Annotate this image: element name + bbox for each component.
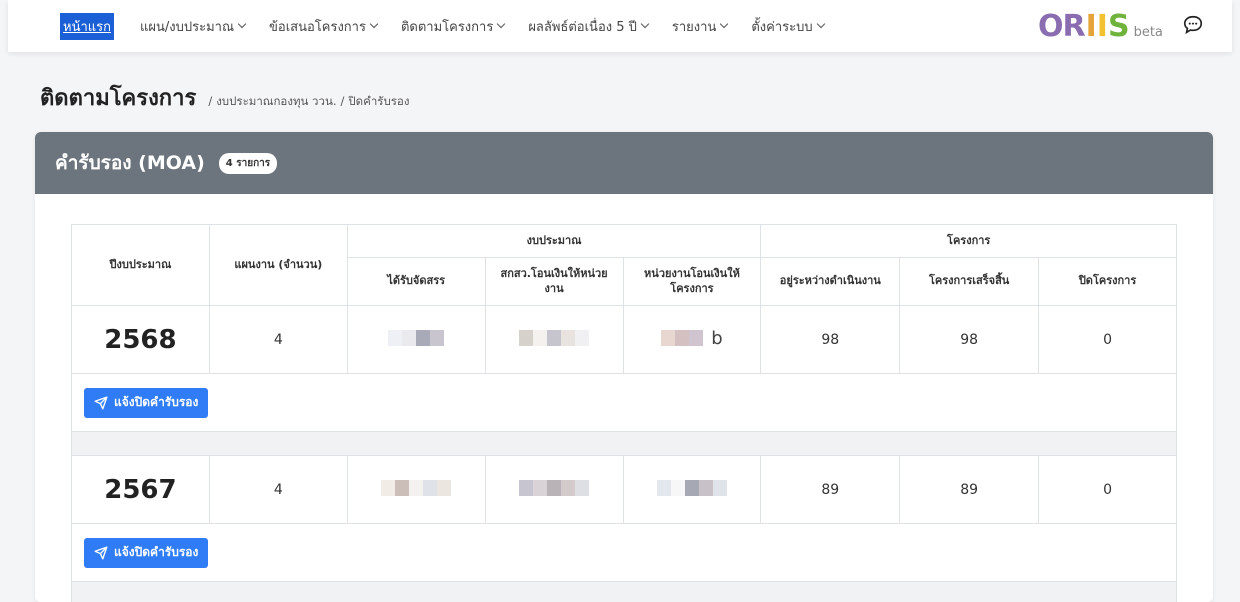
breadcrumb-separator: / [340, 94, 344, 108]
row-plans: 4 [209, 306, 347, 374]
allocated-amount-blurred [347, 456, 485, 524]
transfer-unit-blurred [485, 306, 623, 374]
redacted-value [381, 479, 451, 497]
nav-item-label: ตั้งค่าระบบ [751, 16, 812, 37]
header-completed: โครงการเสร็จสิ้น [900, 258, 1039, 306]
chevron-down-icon [720, 20, 728, 28]
brand-logo-letter: I [1097, 9, 1108, 44]
page-title: ติดตามโครงการ [40, 80, 196, 115]
redacted-value [519, 329, 589, 347]
breadcrumb-item-budget[interactable]: งบประมาณกองทุน ววน. [216, 94, 336, 108]
header-transfer-project: หน่วยงานโอนเงินให้โครงการ [623, 258, 761, 306]
page-header: ติดตามโครงการ / งบประมาณกองทุน ววน. / ปิดคำ… [40, 80, 409, 115]
notify-close-moa-button[interactable]: แจ้งปิดคำรับรอง [84, 538, 208, 568]
nav-item-label: แผน/งบประมาณ [140, 16, 234, 37]
table-row: 2568 4 b 98 98 0 [72, 306, 1177, 374]
transfer-project-blurred: b [623, 306, 761, 374]
nav-item-label: รายงาน [672, 16, 716, 37]
button-label: แจ้งปิดคำรับรอง [114, 393, 198, 412]
row-completed: 98 [900, 306, 1039, 374]
button-label: แจ้งปิดคำรับรอง [114, 543, 198, 562]
moa-card: คำรับรอง (MOA) 4 รายการ ปีงบประมาณ แผนงา… [35, 132, 1213, 602]
transfer-unit-blurred [485, 456, 623, 524]
header-closed: ปิดโครงการ [1039, 258, 1177, 306]
row-closed: 0 [1039, 306, 1177, 374]
header-in-progress: อยู่ระหว่างดำเนินงาน [761, 258, 900, 306]
chevron-down-icon [816, 20, 824, 28]
allocated-amount-blurred [347, 306, 485, 374]
table-row: 2567 4 89 89 0 [72, 456, 1177, 524]
send-icon [94, 396, 108, 410]
nav-item-home[interactable]: หน้าแรก [60, 13, 114, 40]
row-spacer [72, 432, 1177, 456]
brand-logo-letter: I [1086, 9, 1097, 44]
brand-beta-label: beta [1134, 25, 1163, 40]
chevron-down-icon [370, 20, 378, 28]
trailing-char: b [711, 328, 722, 349]
row-year: 2567 [104, 475, 176, 505]
nav-item-proposals[interactable]: ข้อเสนอโครงการ [269, 16, 377, 37]
chevron-down-icon [641, 20, 649, 28]
top-navbar: หน้าแรก แผน/งบประมาณ ข้อเสนอโครงการ ติดต… [8, 0, 1232, 52]
breadcrumb-separator: / [208, 94, 212, 108]
nav-item-outcomes[interactable]: ผลลัพธ์ต่อเนื่อง 5 ปี [528, 16, 648, 37]
chat-icon[interactable] [1182, 14, 1204, 36]
redacted-value [388, 329, 444, 347]
brand-logo-letter: S [1108, 9, 1130, 44]
redacted-value: b [661, 329, 722, 347]
count-badge: 4 รายการ [219, 153, 277, 174]
breadcrumb-item-current: ปิดคำรับรอง [348, 94, 409, 108]
header-allocated: ได้รับจัดสรร [347, 258, 485, 306]
brand-logo[interactable]: ORIIS beta [1038, 9, 1163, 44]
header-year: ปีงบประมาณ [72, 225, 210, 306]
header-budget-group: งบประมาณ [347, 225, 761, 258]
header-plans: แผนงาน (จำนวน) [209, 225, 347, 306]
action-row: แจ้งปิดคำรับรอง [72, 374, 1177, 432]
send-icon [94, 546, 108, 560]
row-closed: 0 [1039, 456, 1177, 524]
row-in-progress: 98 [761, 306, 900, 374]
redacted-value [657, 479, 727, 497]
brand-logo-letter: R [1063, 9, 1086, 44]
row-completed: 89 [900, 456, 1039, 524]
nav-item-plan-budget[interactable]: แผน/งบประมาณ [140, 16, 245, 37]
action-row: แจ้งปิดคำรับรอง [72, 524, 1177, 582]
header-transfer-unit: สกสว.โอนเงินให้หน่วยงาน [485, 258, 623, 306]
header-project-group: โครงการ [761, 225, 1177, 258]
nav-item-label: ผลลัพธ์ต่อเนื่อง 5 ปี [528, 16, 637, 37]
redacted-value [519, 479, 589, 497]
nav-item-label: หน้าแรก [63, 16, 111, 37]
chevron-down-icon [497, 20, 505, 28]
nav-menu: หน้าแรก แผน/งบประมาณ ข้อเสนอโครงการ ติดต… [60, 13, 848, 40]
chevron-down-icon [238, 20, 246, 28]
row-year: 2568 [104, 325, 176, 355]
row-in-progress: 89 [761, 456, 900, 524]
moa-table: ปีงบประมาณ แผนงาน (จำนวน) งบประมาณ โครงก… [71, 224, 1177, 602]
brand-logo-letter: O [1038, 9, 1063, 44]
row-plans: 4 [209, 456, 347, 524]
nav-item-tracking[interactable]: ติดตามโครงการ [401, 16, 504, 37]
notify-close-moa-button[interactable]: แจ้งปิดคำรับรอง [84, 388, 208, 418]
nav-item-label: ข้อเสนอโครงการ [269, 16, 366, 37]
card-title: คำรับรอง (MOA) [55, 148, 205, 178]
card-header: คำรับรอง (MOA) 4 รายการ [35, 132, 1213, 194]
nav-item-settings[interactable]: ตั้งค่าระบบ [751, 16, 823, 37]
row-spacer [72, 582, 1177, 602]
breadcrumb: / งบประมาณกองทุน ววน. / ปิดคำรับรอง [204, 93, 409, 111]
nav-item-label: ติดตามโครงการ [401, 16, 493, 37]
transfer-project-blurred [623, 456, 761, 524]
nav-item-reports[interactable]: รายงาน [672, 16, 727, 37]
